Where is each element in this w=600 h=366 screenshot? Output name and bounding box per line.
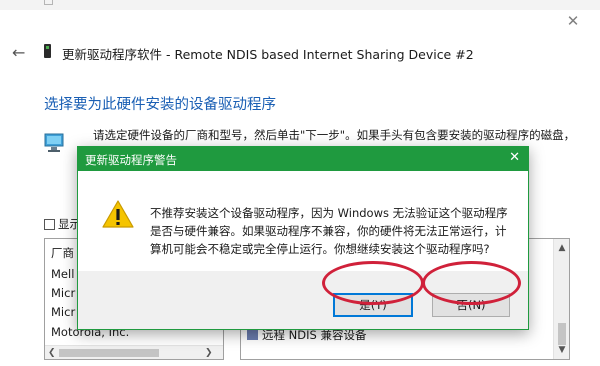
warning-icon xyxy=(102,200,134,228)
monitor-icon xyxy=(44,133,64,152)
warning-message-line: 是否与硬件兼容。如果驱动程序不兼容，你的硬件将无法正常运行，计 xyxy=(150,224,507,238)
list-item[interactable]: Micr xyxy=(51,305,75,319)
back-arrow-icon[interactable]: ← xyxy=(12,43,25,62)
device-icon xyxy=(44,44,51,58)
scrollbar-thumb[interactable] xyxy=(558,323,566,345)
show-compatible-checkbox[interactable] xyxy=(44,219,55,230)
model-item-label: 远程 NDIS 兼容设备 xyxy=(262,328,367,342)
list-item[interactable]: Mell xyxy=(51,267,74,281)
no-button[interactable]: 否(N) xyxy=(432,293,510,317)
warning-message-line: 不推荐安装这个设备驱动程序，因为 Windows 无法验证这个驱动程序 xyxy=(150,206,508,220)
scroll-down-icon[interactable]: ▼ xyxy=(554,345,569,355)
scroll-right-icon[interactable]: ❯ xyxy=(205,346,213,359)
scroll-up-icon[interactable]: ▲ xyxy=(554,243,569,253)
warning-message-line: 算机可能会不稳定或完全停止运行。你想继续安装这个驱动程序吗? xyxy=(150,242,490,256)
dialog-body: 不推荐安装这个设备驱动程序，因为 Windows 无法验证这个驱动程序 是否与硬… xyxy=(78,171,528,271)
dialog-titlebar: 更新驱动程序警告 ✕ xyxy=(78,147,528,171)
vertical-scrollbar[interactable]: ▲ ▼ xyxy=(553,239,569,359)
checkbox-clipped xyxy=(44,0,53,5)
warning-message: 不推荐安装这个设备驱动程序，因为 Windows 无法验证这个驱动程序 是否与硬… xyxy=(150,204,508,258)
close-icon[interactable]: ✕ xyxy=(509,150,520,165)
dialog-title: 更新驱动程序警告 xyxy=(85,153,177,167)
yes-button[interactable]: 是(Y) xyxy=(333,293,413,317)
wizard-title: 更新驱动程序软件 - Remote NDIS based Internet Sh… xyxy=(62,47,474,62)
instructions-text: 请选定硬件设备的厂商和型号，然后单击"下一步"。如果手头有包含要安装的驱动程序的… xyxy=(93,128,576,142)
list-item[interactable]: Micr xyxy=(51,286,75,300)
certificate-icon xyxy=(247,329,258,340)
scrollbar-thumb[interactable] xyxy=(59,349,159,357)
close-icon[interactable]: ✕ xyxy=(565,12,581,30)
page-heading: 选择要为此硬件安装的设备驱动程序 xyxy=(44,97,276,113)
dialog-button-bar: 是(Y) 否(N) xyxy=(78,261,528,329)
scroll-left-icon[interactable]: ❮ xyxy=(48,346,56,359)
horizontal-scrollbar[interactable]: ❮ ❯ xyxy=(45,345,223,359)
manufacturer-header: 厂商 xyxy=(51,246,74,260)
driver-warning-dialog: 更新驱动程序警告 ✕ 不推荐安装这个设备驱动程序，因为 Windows 无法验证… xyxy=(77,146,529,330)
previous-window-strip xyxy=(0,0,600,10)
